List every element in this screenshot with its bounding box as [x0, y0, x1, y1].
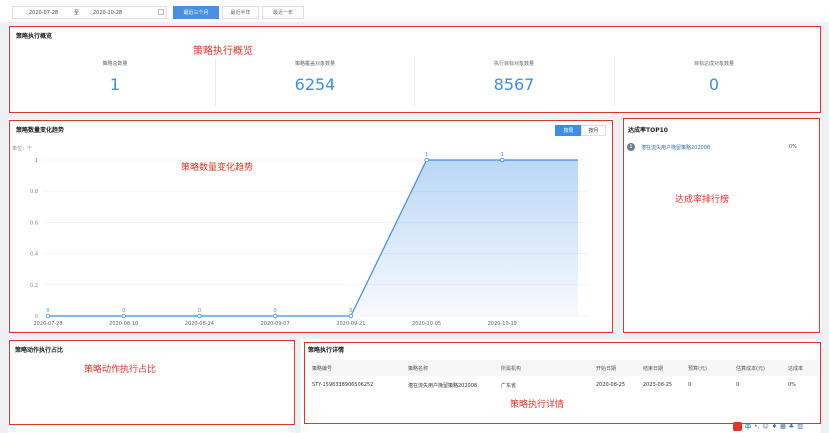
cell-cost: 0 [736, 382, 740, 388]
x-tick-label: 2020-10-05 [412, 321, 441, 327]
col-header: 预算(元) [688, 366, 707, 372]
top10-annotation: 达成率排行榜 [675, 195, 730, 205]
action-share-annotation: 策略动作执行占比 [84, 365, 157, 375]
input-method-icon[interactable] [733, 421, 742, 431]
data-label: 1 [501, 152, 504, 158]
data-point [121, 313, 126, 319]
cell-budget: 0 [688, 382, 692, 388]
x-tick-label: 2020-08-10 [109, 321, 138, 327]
data-label: 0 [198, 308, 201, 314]
start-date[interactable]: 2020-07-28 [29, 10, 58, 16]
data-label: 0 [46, 308, 49, 314]
rank-badge: 1 [627, 143, 635, 151]
col-header: 结束日期 [643, 366, 664, 372]
x-tick-label: 2020-09-21 [336, 321, 365, 327]
x-tick-label: 2020-08-24 [185, 321, 214, 327]
stat-achieved-objects: 目标达成对象数量 0 [614, 60, 814, 94]
details-title: 策略执行详情 [308, 347, 345, 354]
table-header: 策略编号 策略名称 所属机构 开始日期 结束日期 预算(元) 估算成本(元) 达… [308, 360, 818, 376]
calendar-icon[interactable] [158, 9, 164, 15]
data-label: 0 [274, 308, 277, 314]
x-tick-label: 2020-07-28 [33, 321, 62, 327]
data-point [272, 313, 278, 319]
data-point [500, 157, 505, 163]
stat-value: 6254 [294, 75, 336, 94]
cell-id: STY-1598338906506252 [312, 382, 374, 388]
overview-annotation: 策略执行概览 [193, 46, 253, 57]
date-range-picker[interactable]: 2020-07-28 至 2020-10-28 [12, 6, 167, 19]
x-tick-label: 2020-10-19 [488, 321, 517, 327]
cell-rate: 0% [788, 382, 796, 388]
stat-label: 策略覆盖对象数量 [294, 61, 335, 67]
data-label: 0 [349, 308, 352, 314]
col-header: 开始日期 [596, 366, 617, 372]
date-separator: 至 [74, 10, 80, 16]
skin-icon[interactable]: ♣ [789, 423, 794, 430]
keyboard-icon[interactable]: ▦ [780, 423, 786, 430]
unit-label: 单位：个 [12, 145, 32, 152]
ime-mode-label[interactable]: 中 [745, 422, 751, 431]
stat-value: 1 [109, 75, 121, 94]
range-3-months-button[interactable]: 最近三个月 [173, 6, 219, 19]
y-tick-label: 0.2 [30, 283, 38, 289]
stat-value: 8567 [493, 75, 535, 94]
data-point [424, 157, 429, 163]
stat-label: 策略总数量 [102, 61, 128, 67]
stat-value: 0 [708, 75, 720, 94]
y-tick-label: 0.8 [30, 189, 38, 195]
col-header: 策略编号 [312, 366, 333, 372]
filter-bar: 2020-07-28 至 2020-10-28 最近三个月 最近半年 最近一年 [0, 0, 829, 22]
punctuation-icon[interactable]: •, [754, 423, 759, 430]
overview-title: 策略执行概览 [16, 33, 53, 40]
top10-title: 达成率TOP10 [628, 127, 668, 134]
data-label: 1 [425, 152, 428, 158]
range-6-months-button[interactable]: 最近半年 [222, 6, 259, 19]
x-tick-label: 2020-09-07 [261, 321, 290, 327]
trend-chart: 单位：个 0 0.2 0.4 0.6 0.8 1 0 0 0 0 0 1 1 2020-07-28 2020… [12, 145, 588, 327]
y-tick-label: 0.4 [30, 252, 38, 258]
details-annotation: 策略执行详情 [510, 400, 565, 410]
y-tick-label: 1 [35, 158, 38, 164]
microphone-icon[interactable]: ♦ [772, 423, 777, 430]
col-header: 所属机构 [501, 366, 522, 372]
table-row[interactable]: STY-1598338906506252 潜在流失用户挽留策略202008 广东… [308, 377, 818, 393]
cell-end: 2023-08-25 [643, 382, 673, 388]
series-area [48, 160, 578, 316]
action-share-title: 策略动作执行占比 [15, 347, 64, 354]
stat-strategy-count: 策略总数量 1 [15, 60, 215, 94]
data-label: 0 [122, 308, 125, 314]
stat-covered-objects: 策略覆盖对象数量 6254 [215, 60, 415, 94]
y-tick-label: 0 [35, 314, 38, 320]
data-point [45, 313, 51, 319]
col-header: 策略名称 [408, 366, 429, 372]
end-date[interactable]: 2020-10-28 [93, 10, 122, 16]
stat-label: 目标达成对象数量 [693, 61, 734, 67]
stat-label: 执行目标对象数量 [493, 61, 534, 67]
stat-target-objects: 执行目标对象数量 8567 [414, 60, 614, 94]
range-1-year-button[interactable]: 最近一年 [262, 6, 304, 19]
col-header: 达成率 [788, 366, 804, 372]
y-tick-label: 0.6 [30, 220, 38, 226]
data-point [348, 313, 354, 319]
toolbox-icon[interactable]: ▥ [797, 423, 803, 430]
cell-org: 广东省 [501, 383, 517, 389]
top10-item[interactable]: 1 潜在流失用户挽留策略202008 0% [627, 142, 815, 153]
col-header: 估算成本(元) [736, 366, 765, 372]
emoji-icon[interactable]: ☺ [762, 423, 768, 430]
data-point [197, 313, 202, 319]
cell-start: 2020-08-25 [596, 382, 626, 388]
achievement-rate: 0% [789, 144, 797, 150]
strategy-name[interactable]: 潜在流失用户挽留策略202008 [641, 144, 710, 151]
cell-name: 潜在流失用户挽留策略202008 [408, 383, 478, 389]
system-tray: 中 •, ☺ ♦ ▦ ♣ ▥ [733, 420, 827, 432]
